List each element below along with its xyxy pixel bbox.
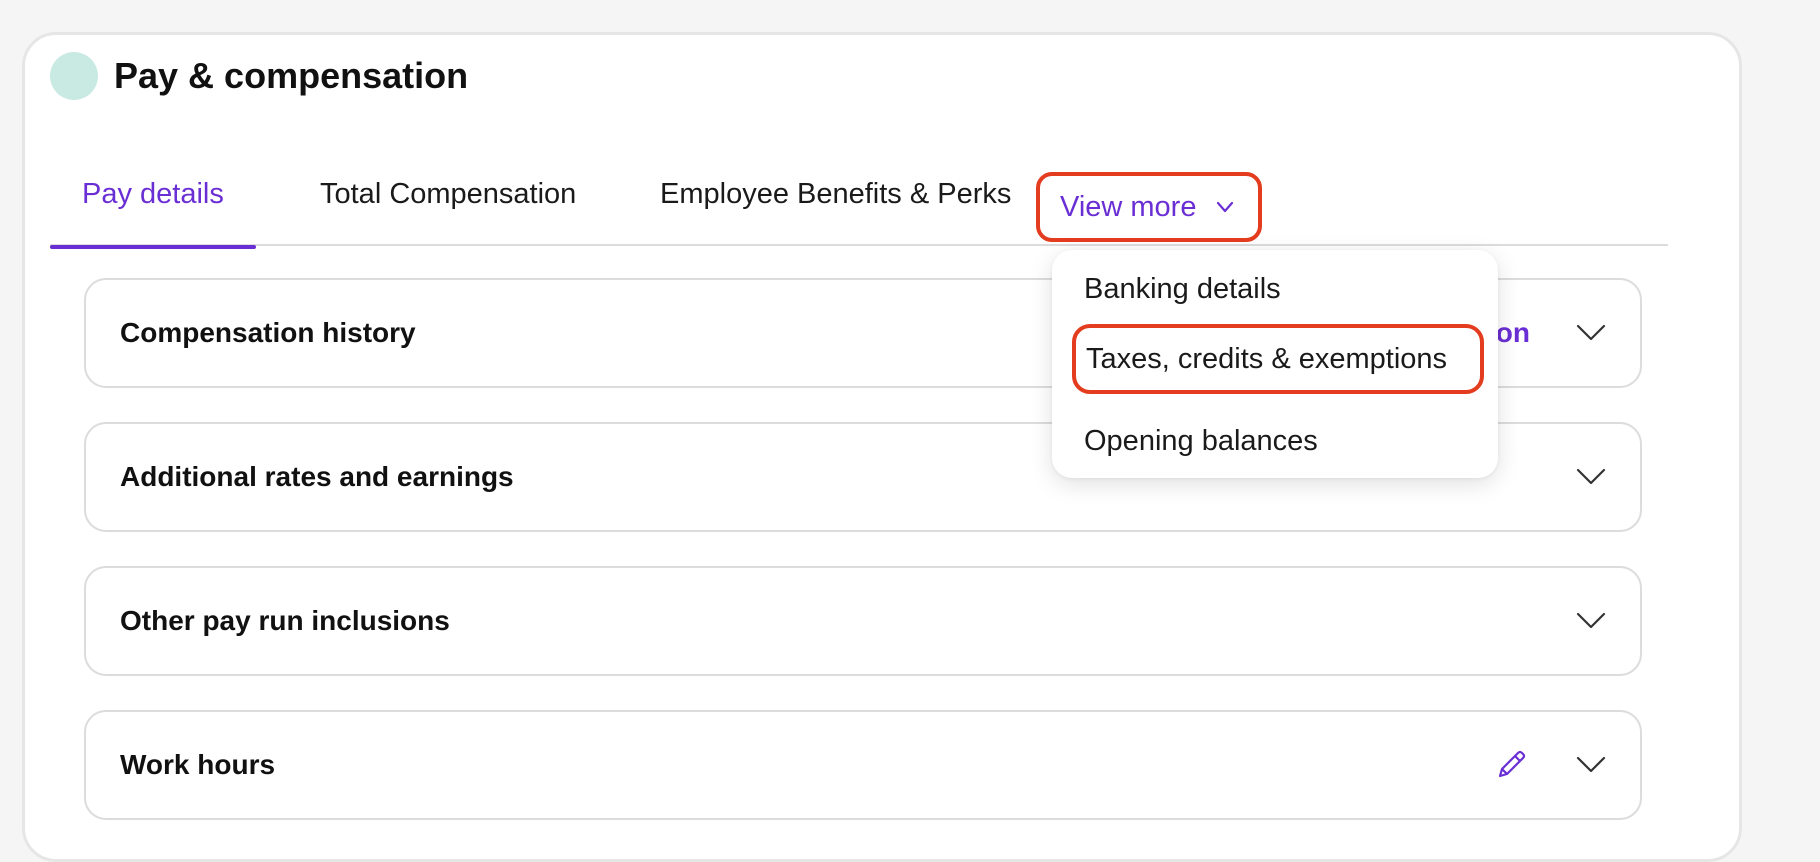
- section-other-pay-run-inclusions[interactable]: Other pay run inclusions: [84, 566, 1642, 676]
- menu-item-taxes-credits-exemptions[interactable]: Taxes, credits & exemptions: [1072, 324, 1484, 394]
- avatar: [50, 52, 98, 100]
- tab-pay-details[interactable]: Pay details: [50, 142, 256, 249]
- section-title: Other pay run inclusions: [120, 605, 450, 636]
- chevron-down-icon[interactable]: [1576, 324, 1606, 342]
- menu-item-banking-details[interactable]: Banking details: [1052, 254, 1498, 324]
- view-more-button[interactable]: View more: [1036, 172, 1262, 242]
- chevron-down-icon[interactable]: [1576, 468, 1606, 486]
- view-more-dropdown: Banking details Taxes, credits & exempti…: [1052, 250, 1498, 478]
- tab-employee-benefits-perks[interactable]: Employee Benefits & Perks: [660, 142, 1011, 246]
- section-title: Compensation history: [120, 317, 416, 348]
- section-title: Additional rates and earnings: [120, 461, 514, 492]
- menu-item-opening-balances[interactable]: Opening balances: [1052, 406, 1498, 476]
- section-title: Work hours: [120, 749, 276, 780]
- tab-bar: Pay details Total Compensation Employee …: [50, 142, 1668, 249]
- chevron-down-icon[interactable]: [1576, 612, 1606, 630]
- chevron-down-icon: [1217, 201, 1234, 213]
- section-work-hours[interactable]: Work hours: [84, 710, 1642, 820]
- card-header: Pay & compensation: [50, 52, 468, 100]
- page-title: Pay & compensation: [114, 55, 469, 96]
- pencil-icon[interactable]: [1492, 746, 1530, 784]
- view-more-label: View more: [1060, 190, 1197, 223]
- tab-total-compensation[interactable]: Total Compensation: [320, 142, 576, 246]
- chevron-down-icon[interactable]: [1576, 756, 1606, 774]
